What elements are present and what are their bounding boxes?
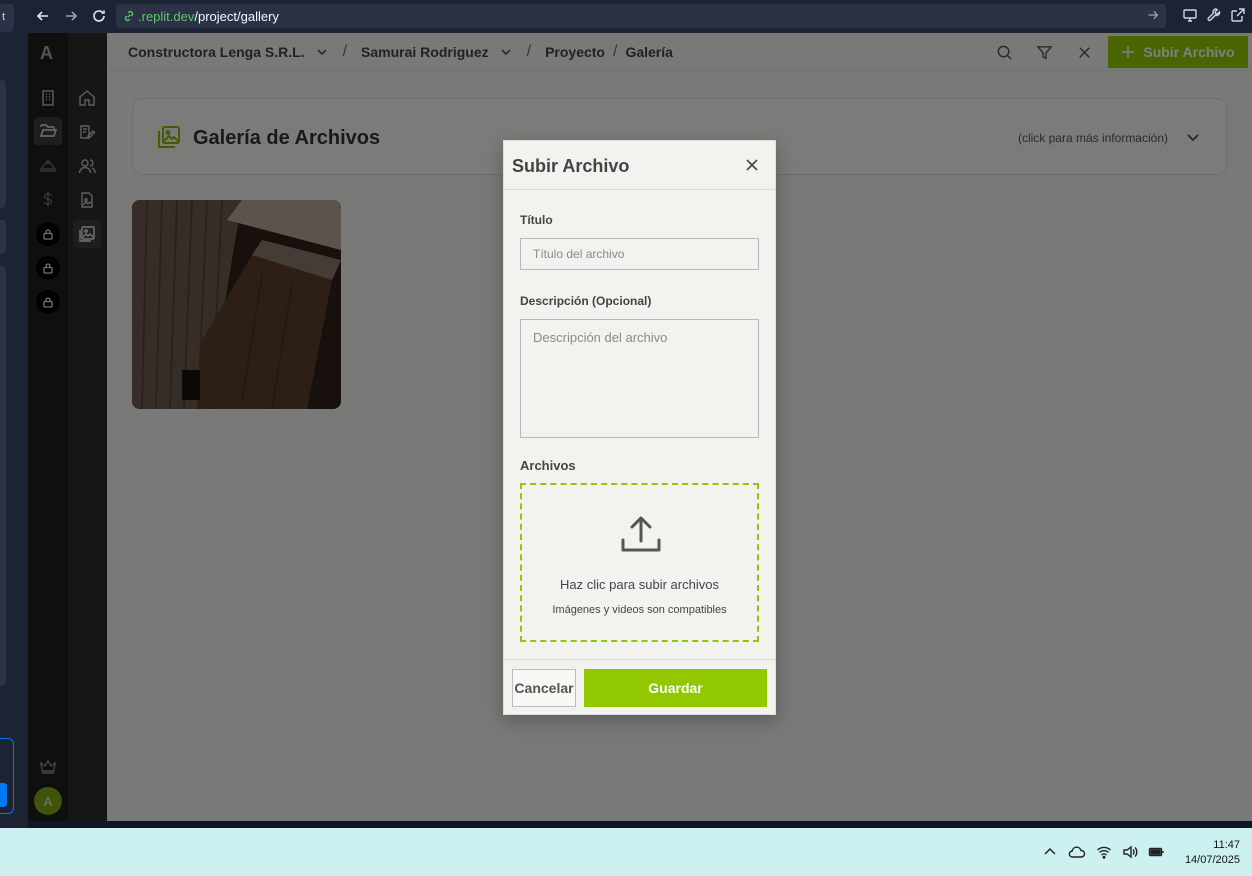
replit-side-panel: t <box>0 0 28 828</box>
title-label: Título <box>520 213 553 227</box>
panel-edge <box>0 266 6 686</box>
modal-title: Subir Archivo <box>512 156 630 176</box>
system-tray <box>1042 844 1164 860</box>
cloud-icon[interactable] <box>1068 844 1086 860</box>
volume-icon[interactable] <box>1122 844 1138 860</box>
arrow-right-icon[interactable] <box>1146 8 1160 22</box>
window-edge <box>28 821 1252 828</box>
taskbar: 11:47 14/07/2025 <box>0 828 1252 876</box>
modal-header: Subir Archivo <box>504 141 775 190</box>
panel-edge <box>0 220 6 254</box>
clock-date: 14/07/2025 <box>1184 854 1240 866</box>
save-button[interactable]: Guardar <box>584 669 767 707</box>
wrench-icon[interactable] <box>1206 7 1222 23</box>
url-path: /project/gallery <box>194 8 279 24</box>
clock-time: 11:47 <box>1213 839 1240 851</box>
forward-icon[interactable] <box>58 3 84 29</box>
files-label: Archivos <box>520 458 576 473</box>
replit-tab-stub[interactable]: t <box>0 4 14 32</box>
chevron-up-icon[interactable] <box>1042 844 1058 860</box>
description-label: Descripción (Opcional) <box>520 294 652 308</box>
browser-bar: .replit.dev/project/gallery <box>28 0 1252 33</box>
url-host: .replit.dev <box>138 8 195 24</box>
panel-edge <box>0 80 6 208</box>
cancel-button[interactable]: Cancelar <box>512 669 576 707</box>
address-bar[interactable]: .replit.dev/project/gallery <box>116 4 1166 28</box>
app-window: A A <box>28 33 1252 821</box>
dropzone-main-text: Haz clic para subir archivos <box>560 577 719 592</box>
link-icon <box>124 11 134 21</box>
wifi-icon[interactable] <box>1096 844 1112 860</box>
title-input[interactable] <box>520 238 759 270</box>
replit-send-button[interactable] <box>0 783 7 807</box>
description-textarea[interactable] <box>520 319 759 438</box>
upload-file-modal: Subir Archivo Título Descripción (Opcion… <box>503 140 776 715</box>
file-dropzone[interactable]: Haz clic para subir archivos Imágenes y … <box>520 483 759 642</box>
dropzone-sub-text: Imágenes y videos son compatibles <box>552 604 727 616</box>
monitor-icon[interactable] <box>1182 7 1198 23</box>
upload-icon <box>621 516 661 552</box>
battery-icon[interactable] <box>1148 844 1164 860</box>
reload-icon[interactable] <box>86 3 112 29</box>
external-link-icon[interactable] <box>1230 7 1246 23</box>
close-icon[interactable] <box>745 158 759 172</box>
back-icon[interactable] <box>30 3 56 29</box>
modal-footer: Cancelar Guardar <box>504 659 775 715</box>
browser-tools <box>1182 7 1246 23</box>
taskbar-clock[interactable]: 11:47 14/07/2025 <box>1185 838 1240 868</box>
